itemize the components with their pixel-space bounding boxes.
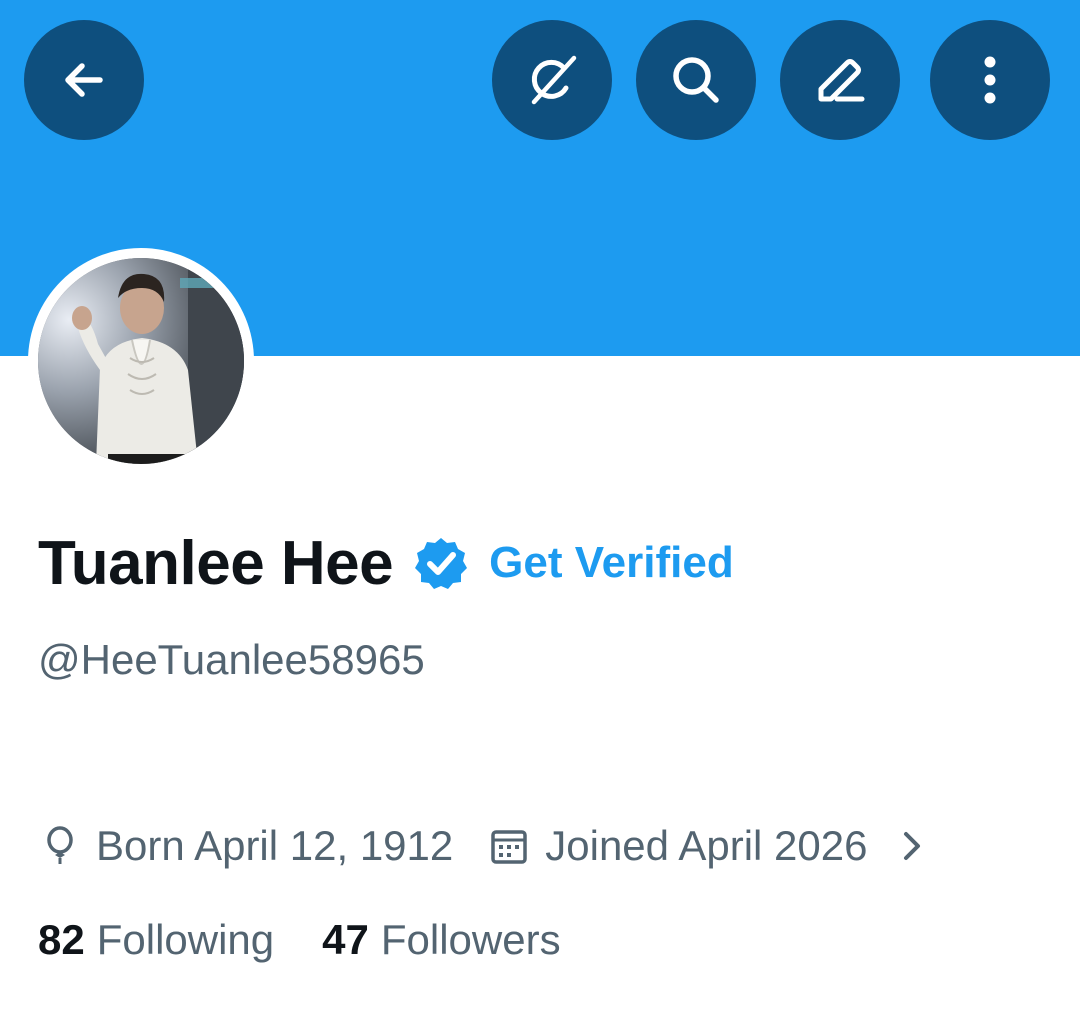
followers-count: 47 xyxy=(322,916,369,963)
back-button[interactable] xyxy=(24,20,144,140)
follow-stats: 82 Following 47 Followers xyxy=(38,912,561,968)
get-verified-link[interactable]: Get Verified xyxy=(489,538,734,588)
joined-text[interactable]: Joined April 2026 xyxy=(545,822,867,870)
followers-link[interactable]: 47 Followers xyxy=(322,916,560,964)
balloon-icon xyxy=(47,826,73,864)
more-vertical-icon xyxy=(984,56,996,104)
profile-meta-row: Born April 12, 1912 Joined April 2026 xyxy=(38,818,934,874)
grok-icon xyxy=(531,55,577,105)
verified-badge-icon[interactable] xyxy=(413,535,469,591)
calendar-icon xyxy=(491,830,527,864)
more-options-button[interactable] xyxy=(930,20,1050,140)
edit-button[interactable] xyxy=(780,20,900,140)
edit-pencil-icon xyxy=(818,59,865,102)
followers-label: Followers xyxy=(380,916,561,963)
user-handle: @HeeTuanlee58965 xyxy=(38,636,425,683)
following-count: 82 xyxy=(38,916,85,963)
following-link[interactable]: 82 Following xyxy=(38,916,274,964)
following-label: Following xyxy=(96,916,275,963)
avatar-frame[interactable] xyxy=(28,248,254,474)
birthday-text: Born April 12, 1912 xyxy=(96,822,454,869)
avatar-photo xyxy=(38,258,244,464)
display-name: Tuanlee Hee xyxy=(38,528,394,598)
grok-button[interactable] xyxy=(492,20,612,140)
name-row: Tuanlee Hee Get Verified xyxy=(38,528,734,598)
search-icon xyxy=(673,57,719,103)
avatar[interactable] xyxy=(38,258,244,464)
back-arrow-icon xyxy=(65,63,103,97)
chevron-right-icon[interactable] xyxy=(890,824,934,868)
search-button[interactable] xyxy=(636,20,756,140)
